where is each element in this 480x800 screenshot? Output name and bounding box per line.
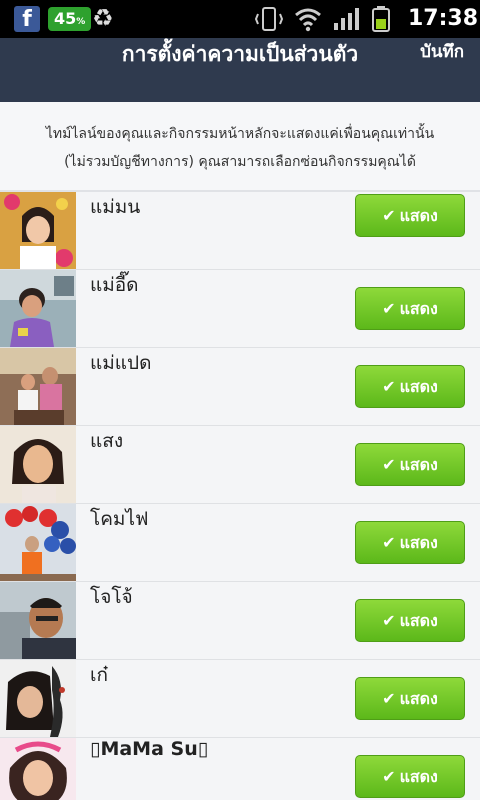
checkmark-icon: ✔ (382, 206, 396, 225)
description-text: ไทม์ไลน์ของคุณและกิจกรรมหน้าหลักจะแสดงแค… (20, 120, 460, 176)
friend-name: แม่มน (90, 196, 141, 218)
avatar (0, 504, 76, 581)
avatar (0, 660, 76, 737)
avatar (0, 426, 76, 503)
battery-widget-icon: 45% (48, 7, 92, 31)
battery-icon (372, 6, 390, 32)
friend-name: โจโจ้ (90, 586, 133, 608)
show-button-label: แสดง (399, 455, 438, 474)
show-button[interactable]: ✔ แสดง (355, 194, 465, 237)
friend-row: โจโจ้ ✔ แสดง (0, 582, 480, 660)
friend-row: ▯MaMa Su▯ ✔ แสดง (0, 738, 480, 800)
show-button-label: แสดง (399, 611, 438, 630)
show-button[interactable]: ✔ แสดง (355, 677, 465, 720)
avatar (0, 192, 76, 269)
show-button-label: แสดง (399, 533, 438, 552)
avatar (0, 348, 76, 425)
show-button[interactable]: ✔ แสดง (355, 287, 465, 330)
checkmark-icon: ✔ (382, 533, 396, 552)
friend-row: แม่แปด ✔ แสดง (0, 348, 480, 426)
show-button[interactable]: ✔ แสดง (355, 599, 465, 642)
show-button[interactable]: ✔ แสดง (355, 755, 465, 798)
friend-name: แสง (90, 430, 124, 452)
show-button-label: แสดง (399, 689, 438, 708)
friend-name: แม่แปด (90, 352, 152, 374)
battery-widget-value: 45 (54, 9, 77, 28)
vibrate-icon (254, 7, 284, 31)
show-button[interactable]: ✔ แสดง (355, 443, 465, 486)
friend-name: โคมไฟ (90, 508, 149, 530)
friend-name: ▯MaMa Su▯ (90, 738, 209, 760)
friend-row: แม่มน ✔ แสดง (0, 192, 480, 270)
page-title: การตั้งค่าความเป็นส่วนตัว (121, 42, 359, 66)
wifi-icon (295, 8, 321, 32)
recycle-icon: ♻ (92, 4, 114, 32)
friend-row: แสง ✔ แสดง (0, 426, 480, 504)
friend-name: เก๋ (90, 664, 108, 686)
save-button[interactable]: บันทึก (420, 38, 464, 65)
checkmark-icon: ✔ (382, 299, 396, 318)
signal-icon (334, 8, 359, 30)
show-button[interactable]: ✔ แสดง (355, 521, 465, 564)
checkmark-icon: ✔ (382, 455, 396, 474)
checkmark-icon: ✔ (382, 377, 396, 396)
avatar (0, 582, 76, 659)
show-button-label: แสดง (399, 206, 438, 225)
clock: 17:38 (408, 6, 479, 31)
friend-row: โคมไฟ ✔ แสดง (0, 504, 480, 582)
friend-row: แม่อี๊ด ✔ แสดง (0, 270, 480, 348)
facebook-icon: f (14, 6, 40, 32)
friend-name: แม่อี๊ด (90, 274, 139, 296)
privacy-description: ไทม์ไลน์ของคุณและกิจกรรมหน้าหลักจะแสดงแค… (0, 102, 480, 192)
avatar (0, 270, 76, 347)
checkmark-icon: ✔ (382, 611, 396, 630)
friend-list: แม่มน ✔ แสดง แม่อี๊ด ✔ แสดง แม่แปด ✔ แสด… (0, 192, 480, 800)
checkmark-icon: ✔ (382, 767, 396, 786)
checkmark-icon: ✔ (382, 689, 396, 708)
friend-row: เก๋ ✔ แสดง (0, 660, 480, 738)
app-header: การตั้งค่าความเป็นส่วนตัว บันทึก (0, 38, 480, 102)
show-button[interactable]: ✔ แสดง (355, 365, 465, 408)
show-button-label: แสดง (399, 767, 438, 786)
description-line-1: ไทม์ไลน์ของคุณและกิจกรรมหน้าหลักจะแสดงแค… (45, 126, 435, 142)
description-line-2: (ไม่รวมบัญชีทางการ) คุณสามารถเลือกซ่อนกิ… (64, 154, 416, 170)
show-button-label: แสดง (399, 377, 438, 396)
avatar (0, 738, 76, 800)
status-bar: f 45% ♻ 17:38 (0, 0, 480, 38)
show-button-label: แสดง (399, 299, 438, 318)
